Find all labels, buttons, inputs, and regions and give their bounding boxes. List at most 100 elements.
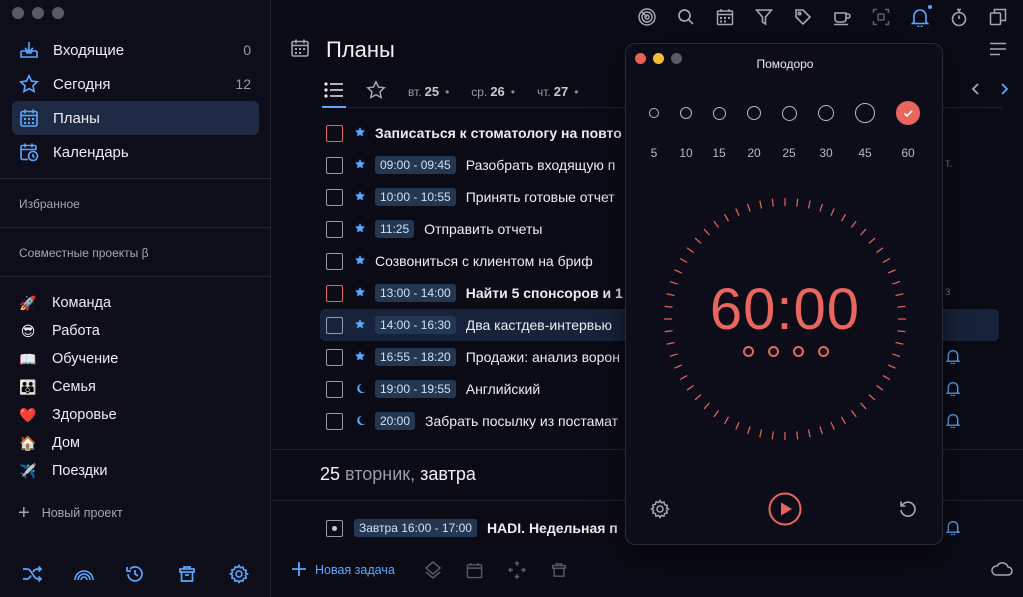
filter-icon[interactable]	[753, 6, 775, 28]
coffee-cup-icon[interactable]	[831, 6, 853, 28]
dial-tick	[694, 237, 702, 244]
sidebar-item-plans[interactable]: Планы	[12, 101, 259, 135]
bell-icon[interactable]	[945, 413, 961, 431]
bell-icon[interactable]	[945, 381, 961, 399]
new-task-button[interactable]: Новая задача	[292, 561, 395, 579]
task-checkbox[interactable]	[326, 124, 343, 142]
task-checkbox[interactable]	[326, 284, 343, 302]
calendar-icon[interactable]	[714, 6, 736, 28]
tab-day[interactable]: вт. 25 •	[408, 84, 449, 99]
task-checkbox[interactable]	[326, 156, 343, 174]
copy-window-icon[interactable]	[987, 6, 1009, 28]
sidebar-item-label: Входящие	[53, 41, 125, 59]
dial-tick	[723, 213, 730, 222]
shuffle-icon[interactable]	[19, 561, 45, 587]
close-window-button[interactable]	[12, 7, 24, 19]
history-icon[interactable]	[122, 561, 148, 587]
sidebar: Входящие 0 Сегодня 12 Планы Календарь Из…	[0, 0, 271, 597]
tag-icon[interactable]	[792, 6, 814, 28]
task-checkbox[interactable]	[326, 348, 343, 366]
play-button[interactable]	[768, 492, 802, 531]
task-checkbox[interactable]	[326, 412, 343, 430]
task-checkbox[interactable]	[326, 220, 343, 238]
dial-tick	[679, 374, 688, 381]
bell-icon[interactable]	[945, 349, 961, 367]
move-arrows-icon[interactable]	[507, 560, 527, 580]
star-icon	[354, 350, 366, 365]
tab-day-number: 26	[490, 84, 505, 99]
chevron-left-icon[interactable]	[971, 82, 981, 101]
day-number: 25	[320, 464, 341, 484]
tab-day-number: 27	[553, 84, 569, 99]
app-window: Входящие 0 Сегодня 12 Планы Календарь Из…	[0, 0, 1023, 597]
sidebar-item-label: Сегодня	[53, 75, 111, 93]
search-icon[interactable]	[675, 6, 697, 28]
duration-option[interactable]	[712, 106, 726, 120]
radar-icon[interactable]	[636, 6, 658, 28]
duration-option[interactable]	[649, 108, 659, 118]
sidebar-item-label: Планы	[53, 109, 100, 127]
gear-icon[interactable]	[650, 499, 670, 524]
today-count: 12	[235, 76, 251, 92]
star-icon	[18, 73, 40, 95]
sidebar-item-calendar[interactable]: Календарь	[12, 135, 259, 169]
round-indicator	[768, 346, 779, 357]
gear-icon[interactable]	[226, 561, 252, 587]
project-item-trips[interactable]: ✈️ Поездки	[18, 457, 258, 485]
task-checkbox[interactable]	[326, 316, 343, 334]
menu-lines-icon[interactable]	[989, 42, 1007, 61]
project-item-health[interactable]: ❤️ Здоровье	[18, 401, 258, 429]
dial-tick	[674, 269, 683, 274]
trash-icon[interactable]	[549, 560, 569, 580]
new-project-button[interactable]: + Новый проект	[18, 503, 123, 523]
tab-list[interactable]	[324, 82, 344, 101]
task-trailing-text: т.	[945, 156, 953, 170]
duration-option[interactable]	[747, 106, 761, 120]
pomodoro-controls	[626, 492, 942, 526]
project-item-work[interactable]: 😎 Работа	[18, 317, 258, 345]
minimize-window-button[interactable]	[32, 7, 44, 19]
favorites-section-title[interactable]: Избранное	[19, 197, 80, 211]
task-time-badge: 20:00	[375, 412, 416, 430]
focus-icon[interactable]	[870, 6, 892, 28]
trash-icon[interactable]	[174, 561, 200, 587]
project-item-family[interactable]: 👪 Семья	[18, 373, 258, 401]
cloud-sync-icon[interactable]	[991, 562, 1013, 581]
star-icon	[354, 254, 366, 269]
duration-option[interactable]	[781, 105, 797, 121]
bell-icon[interactable]	[945, 520, 961, 538]
tab-day[interactable]: ср. 26 •	[471, 84, 515, 99]
reset-icon[interactable]	[898, 499, 918, 524]
project-item-learning[interactable]: 📖 Обучение	[18, 345, 258, 373]
duration-option[interactable]	[680, 107, 692, 119]
dial-tick	[819, 426, 823, 435]
sunglasses-face-icon: 😎	[20, 322, 36, 339]
project-item-team[interactable]: 🚀 Команда	[18, 289, 258, 317]
zoom-window-button[interactable]	[52, 7, 64, 19]
bell-icon[interactable]	[909, 5, 932, 28]
task-title: HADI. Недельная п	[486, 520, 618, 536]
rainbow-icon[interactable]	[71, 561, 97, 587]
shared-projects-section-title[interactable]: Совместные проекты β	[19, 246, 149, 260]
dial-tick	[868, 394, 876, 401]
star-icon	[354, 126, 366, 141]
task-checkbox[interactable]	[326, 252, 343, 270]
dial-tick	[759, 429, 763, 438]
task-checkbox[interactable]	[326, 188, 343, 206]
sidebar-item-today[interactable]: Сегодня 12	[12, 67, 259, 101]
sidebar-item-inbox[interactable]: Входящие 0	[12, 33, 259, 67]
duration-option[interactable]	[855, 103, 875, 123]
duration-option-selected[interactable]	[896, 101, 920, 125]
dial-tick	[669, 353, 678, 357]
calendar-icon[interactable]	[465, 560, 485, 580]
task-checkbox[interactable]	[326, 519, 343, 537]
task-time-badge: 16:55 - 18:20	[375, 348, 456, 366]
chevron-right-icon[interactable]	[999, 82, 1009, 101]
task-checkbox[interactable]	[326, 380, 343, 398]
duration-option[interactable]	[818, 105, 834, 121]
project-item-home[interactable]: 🏠 Дом	[18, 429, 258, 457]
tab-favorites-star-icon[interactable]	[366, 80, 386, 103]
stopwatch-icon[interactable]	[948, 6, 970, 28]
layers-icon[interactable]	[423, 560, 443, 580]
tab-day[interactable]: чт. 27 •	[537, 84, 578, 99]
